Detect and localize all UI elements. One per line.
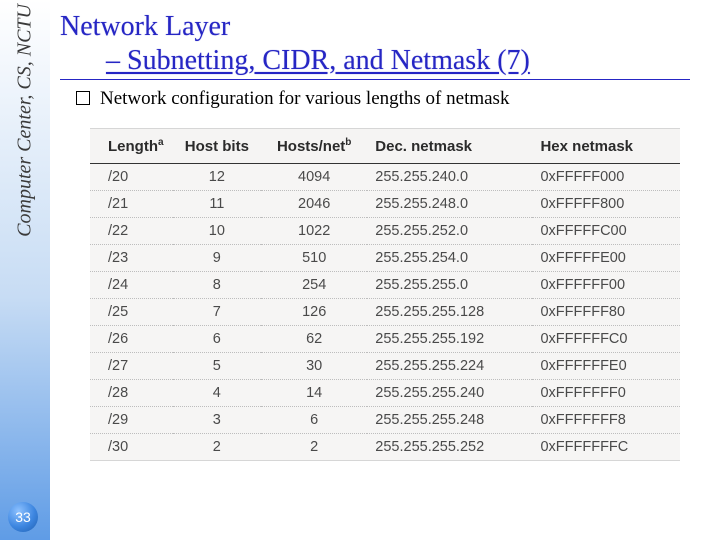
- table-row: /27530255.255.255.2240xFFFFFFE0: [90, 353, 680, 380]
- cell-hex: 0xFFFFFF80: [532, 299, 680, 326]
- cell-dec: 255.255.255.240: [367, 380, 532, 407]
- cell-hostbits: 6: [173, 326, 262, 353]
- cell-dec: 255.255.255.0: [367, 272, 532, 299]
- col-header-length: Lengtha: [90, 129, 173, 164]
- cell-hostsnet: 510: [261, 245, 367, 272]
- cell-hostsnet: 2: [261, 434, 367, 461]
- table-row: /3022255.255.255.2520xFFFFFFFC: [90, 434, 680, 461]
- cell-hex: 0xFFFFFFE0: [532, 353, 680, 380]
- cell-length: /20: [90, 164, 173, 191]
- cell-hostbits: 11: [173, 191, 262, 218]
- cell-hostbits: 9: [173, 245, 262, 272]
- cell-hostsnet: 2046: [261, 191, 367, 218]
- cell-dec: 255.255.255.192: [367, 326, 532, 353]
- cell-hostbits: 3: [173, 407, 262, 434]
- netmask-table-container: Lengtha Host bits Hosts/netb Dec. netmas…: [90, 128, 680, 461]
- cell-length: /30: [90, 434, 173, 461]
- bullet-text: Network configuration for various length…: [100, 88, 509, 109]
- cell-hostsnet: 62: [261, 326, 367, 353]
- netmask-table: Lengtha Host bits Hosts/netb Dec. netmas…: [90, 129, 680, 460]
- cell-hostbits: 8: [173, 272, 262, 299]
- table-row: /20124094255.255.240.00xFFFFF000: [90, 164, 680, 191]
- sidebar: Computer Center, CS, NCTU: [0, 0, 50, 540]
- cell-hostsnet: 126: [261, 299, 367, 326]
- cell-hostbits: 10: [173, 218, 262, 245]
- cell-hostbits: 5: [173, 353, 262, 380]
- cell-dec: 255.255.255.128: [367, 299, 532, 326]
- col-header-hostbits: Host bits: [173, 129, 262, 164]
- col-header-hex: Hex netmask: [532, 129, 680, 164]
- table-header: Lengtha Host bits Hosts/netb Dec. netmas…: [90, 129, 680, 164]
- cell-length: /26: [90, 326, 173, 353]
- cell-hostsnet: 14: [261, 380, 367, 407]
- cell-length: /23: [90, 245, 173, 272]
- table-row: /22101022255.255.252.00xFFFFFC00: [90, 218, 680, 245]
- cell-dec: 255.255.248.0: [367, 191, 532, 218]
- cell-hostsnet: 6: [261, 407, 367, 434]
- table-row: /257126255.255.255.1280xFFFFFF80: [90, 299, 680, 326]
- table-row: /2936255.255.255.2480xFFFFFFF8: [90, 407, 680, 434]
- slide-title: Network Layer – Subnetting, CIDR, and Ne…: [60, 10, 710, 77]
- slide: Computer Center, CS, NCTU 33 Network Lay…: [0, 0, 720, 540]
- cell-hex: 0xFFFFF000: [532, 164, 680, 191]
- col-header-hostsnet: Hosts/netb: [261, 129, 367, 164]
- cell-hostbits: 4: [173, 380, 262, 407]
- content-area: Network Layer – Subnetting, CIDR, and Ne…: [60, 0, 710, 540]
- cell-hostsnet: 1022: [261, 218, 367, 245]
- cell-hex: 0xFFFFFFF8: [532, 407, 680, 434]
- page-number: 33: [15, 509, 31, 525]
- col-header-dec: Dec. netmask: [367, 129, 532, 164]
- cell-hex: 0xFFFFFFFC: [532, 434, 680, 461]
- table-row: /21112046255.255.248.00xFFFFF800: [90, 191, 680, 218]
- title-underline: [60, 79, 690, 80]
- cell-length: /21: [90, 191, 173, 218]
- cell-dec: 255.255.252.0: [367, 218, 532, 245]
- cell-length: /24: [90, 272, 173, 299]
- cell-hostbits: 7: [173, 299, 262, 326]
- cell-dec: 255.255.240.0: [367, 164, 532, 191]
- cell-length: /22: [90, 218, 173, 245]
- cell-dec: 255.255.255.252: [367, 434, 532, 461]
- bullet-item: Network configuration for various length…: [76, 88, 710, 110]
- cell-hostsnet: 4094: [261, 164, 367, 191]
- cell-hex: 0xFFFFFF00: [532, 272, 680, 299]
- table-row: /239510255.255.254.00xFFFFFE00: [90, 245, 680, 272]
- cell-hex: 0xFFFFFFF0: [532, 380, 680, 407]
- title-line-2: – Subnetting, CIDR, and Netmask (7): [60, 44, 710, 78]
- sidebar-label: Computer Center, CS, NCTU: [14, 4, 37, 237]
- cell-length: /29: [90, 407, 173, 434]
- table-row: /248254255.255.255.00xFFFFFF00: [90, 272, 680, 299]
- cell-length: /25: [90, 299, 173, 326]
- cell-dec: 255.255.254.0: [367, 245, 532, 272]
- cell-hex: 0xFFFFFC00: [532, 218, 680, 245]
- table-row: /26662255.255.255.1920xFFFFFFC0: [90, 326, 680, 353]
- cell-hex: 0xFFFFF800: [532, 191, 680, 218]
- table-row: /28414255.255.255.2400xFFFFFFF0: [90, 380, 680, 407]
- cell-dec: 255.255.255.248: [367, 407, 532, 434]
- cell-hex: 0xFFFFFFC0: [532, 326, 680, 353]
- cell-hex: 0xFFFFFE00: [532, 245, 680, 272]
- cell-hostsnet: 254: [261, 272, 367, 299]
- table-body: /20124094255.255.240.00xFFFFF000/2111204…: [90, 164, 680, 461]
- cell-dec: 255.255.255.224: [367, 353, 532, 380]
- cell-length: /27: [90, 353, 173, 380]
- page-number-badge: 33: [8, 502, 38, 532]
- cell-hostbits: 2: [173, 434, 262, 461]
- title-line-1: Network Layer: [60, 10, 710, 44]
- bullet-square-icon: [76, 91, 90, 105]
- cell-hostsnet: 30: [261, 353, 367, 380]
- cell-length: /28: [90, 380, 173, 407]
- cell-hostbits: 12: [173, 164, 262, 191]
